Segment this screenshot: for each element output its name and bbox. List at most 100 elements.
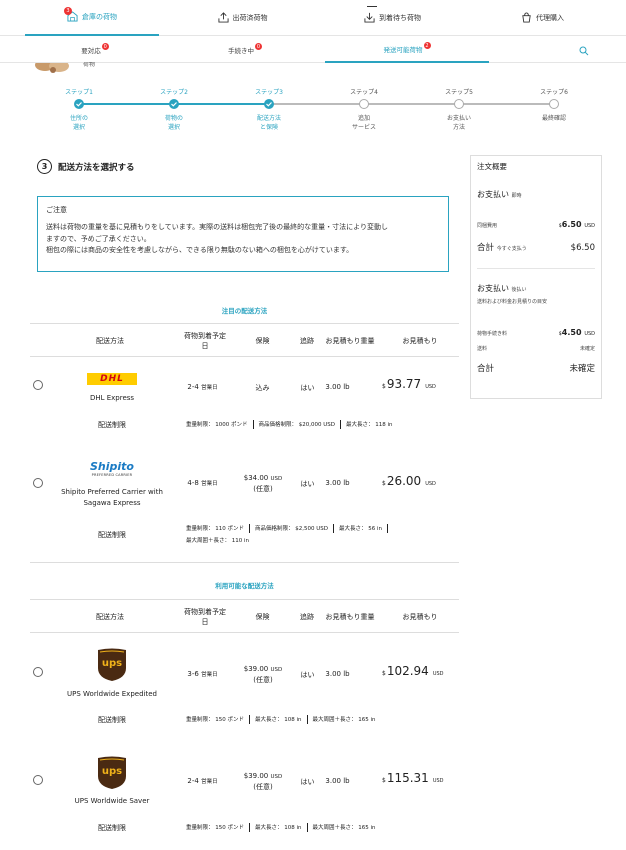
step-6-name: 最終確認 [541, 115, 566, 122]
pay-now-heading: お支払い 即時 [477, 190, 522, 199]
tab-shipped[interactable]: 出荷済荷物 [180, 0, 305, 36]
pay-later-heading: お支払い 後払い [477, 284, 527, 293]
header-eta: 荷物到着予定日 [184, 332, 226, 350]
step-1-label: ステップ1 [65, 89, 93, 96]
subtab-label: 手続き中 [228, 46, 254, 55]
insurance-option[interactable]: $34.00 USD (任意) [233, 473, 293, 494]
weight: 3.00 lb [325, 479, 350, 487]
dhl-radio[interactable] [33, 380, 43, 390]
notice-box: ご注意 送料は荷物の重量を基に見積もりをしています。実際の送料は梱包完了後の最終… [37, 196, 449, 272]
tracking: はい [300, 480, 315, 488]
shipping-restrictions: 重量制限： 1000 ポンド 商品価格制限： $20,000 USD 最大長さ： 1… [186, 420, 393, 429]
tab-warehouse[interactable]: 3 倉庫の荷物 [25, 0, 159, 36]
weight: 3.00 lb [325, 777, 350, 785]
step-4-name: 追加 サービス [351, 115, 376, 131]
featured-shipping-title: 注目の配送方法 [221, 307, 268, 315]
tracking: はい [300, 384, 315, 392]
step-2-label: ステップ2 [160, 89, 188, 96]
subtab-in-progress[interactable]: 手続き中 0 [190, 36, 300, 63]
summary-title: 注文概要 [477, 162, 507, 171]
header-method: 配送方法 [96, 337, 124, 345]
subtab-label: 要対応 [81, 46, 101, 55]
step-1-check-icon [74, 99, 84, 109]
total-now-row: 合計 今すぐ支払う $6.50 [477, 243, 595, 253]
warehouse-icon: 3 [64, 6, 78, 24]
header-estimate: お見積もり [402, 337, 438, 345]
step-5-label: ステップ5 [445, 89, 473, 96]
ups-logo: ups [97, 756, 127, 790]
step-6-dot [549, 99, 559, 109]
shipito-radio[interactable] [33, 478, 43, 488]
ups-saver-radio[interactable] [33, 775, 43, 785]
tab-proxy-purchase[interactable]: 代理購入 [480, 0, 605, 36]
tab-incoming[interactable]: 到着待ち荷物 [330, 0, 455, 36]
tracking: はい [300, 778, 315, 786]
price: $26.00 USD [382, 474, 436, 488]
group-divider [30, 562, 459, 563]
step-6-label: ステップ6 [540, 89, 568, 96]
shipito-logo: Shipito PREFERRED CARRIER [90, 460, 134, 477]
carrier-name: UPS Worldwide Saver [74, 797, 150, 805]
eta: 2-4 営業日 [187, 777, 218, 785]
section-number: 3 [37, 159, 52, 174]
notice-body: 送料は荷物の重量を基に見積もりをしています。実際の送料は梱包完了後の最終的な重量… [46, 223, 388, 254]
header-eta: 荷物到着予定日 [184, 608, 226, 626]
service-fee-row: 同梱費用 $6.50 USD [477, 220, 595, 229]
summary-divider [477, 268, 595, 269]
eta: 2-4 営業日 [187, 383, 218, 391]
header-weight: お見積もり重量 [325, 613, 375, 621]
header-method: 配送方法 [96, 613, 124, 621]
dhl-logo: DHL [87, 373, 137, 385]
subtab-label: 発送可能荷物 [383, 45, 423, 54]
notice-title: ご注意 [46, 206, 67, 214]
header-tracking: 追跡 [300, 337, 314, 345]
ups-logo: ups [97, 648, 127, 682]
insurance-option[interactable]: $39.00 USD (任意) [233, 771, 293, 792]
eta: 3-6 営業日 [187, 670, 218, 678]
price: $93.77 USD [382, 377, 436, 391]
tab-badge: 3 [64, 6, 72, 15]
header-insurance: 保険 [255, 613, 270, 621]
step-2-check-icon [169, 99, 179, 109]
subtab-action-required[interactable]: 要対応 0 [40, 36, 150, 63]
pay-later-note: 送料および料金お見積りの目安 [477, 299, 548, 305]
insurance: 込み [255, 384, 270, 392]
handling-fee-row: 荷物手続き料 $4.50 USD [477, 328, 595, 337]
order-summary: 注文概要 お支払い 即時 同梱費用 $6.50 USD 合計 今すぐ支払う $6… [470, 155, 602, 399]
step-3-name: 配送方法 と保険 [256, 115, 281, 131]
sub-nav: 要対応 0 手続き中 0 発送可能荷物 2 [0, 36, 626, 63]
search-icon[interactable] [579, 46, 589, 56]
table-header: 配送方法 荷物到着予定日 保険 追跡 お見積もり重量 お見積もり [30, 323, 459, 357]
package-thumbnail [33, 63, 73, 75]
shipping-row: 送料 未確定 [477, 346, 595, 352]
step-3-label: ステップ3 [255, 89, 283, 96]
carrier-name: DHL Express [89, 394, 135, 402]
tab-label: 倉庫の荷物 [82, 13, 117, 21]
ups-expedited-radio[interactable] [33, 667, 43, 677]
subtab-badge: 0 [255, 43, 262, 50]
table-header: 配送方法 荷物到着予定日 保険 追跡 お見積もり重量 お見積もり [30, 599, 459, 633]
subtab-badge: 0 [101, 43, 109, 50]
shipping-restrictions-label: 配送制限 [98, 824, 126, 832]
tab-label: 到着待ち荷物 [379, 14, 421, 22]
available-shipping-title: 利用可能な配送方法 [215, 582, 274, 590]
step-3-check-icon [264, 99, 274, 109]
tab-label: 出荷済荷物 [232, 14, 268, 22]
shipping-restrictions-label: 配送制限 [98, 421, 126, 429]
carrier-name: UPS Worldwide Expedited [67, 690, 157, 698]
step-4-label: ステップ4 [350, 89, 378, 96]
section-title: 配送方法を選択する [58, 163, 135, 173]
tracking: はい [300, 671, 315, 679]
carrier-name: Shipito Preferred Carrier with Sagawa Exp… [61, 488, 163, 507]
step-2-name: 荷物の 選択 [164, 115, 183, 131]
inbox-icon [364, 12, 375, 25]
insurance-option[interactable]: $39.00 USD (任意) [233, 664, 293, 685]
eta: 4-8 営業日 [187, 479, 218, 487]
price: $115.31 USD [382, 771, 444, 785]
header-insurance: 保険 [255, 337, 270, 345]
price: $102.94 USD [382, 664, 444, 678]
shipping-restrictions: 重量制限： 110 ポンド 商品価格制限： $2,500 USD 最大長さ： 56 … [186, 523, 393, 547]
tab-label: 代理購入 [536, 14, 564, 22]
top-nav: 3 倉庫の荷物 出荷済荷物 到着待ち荷物 代理購入 [0, 0, 626, 36]
subtab-ready-to-ship[interactable]: 発送可能荷物 2 [325, 36, 489, 63]
